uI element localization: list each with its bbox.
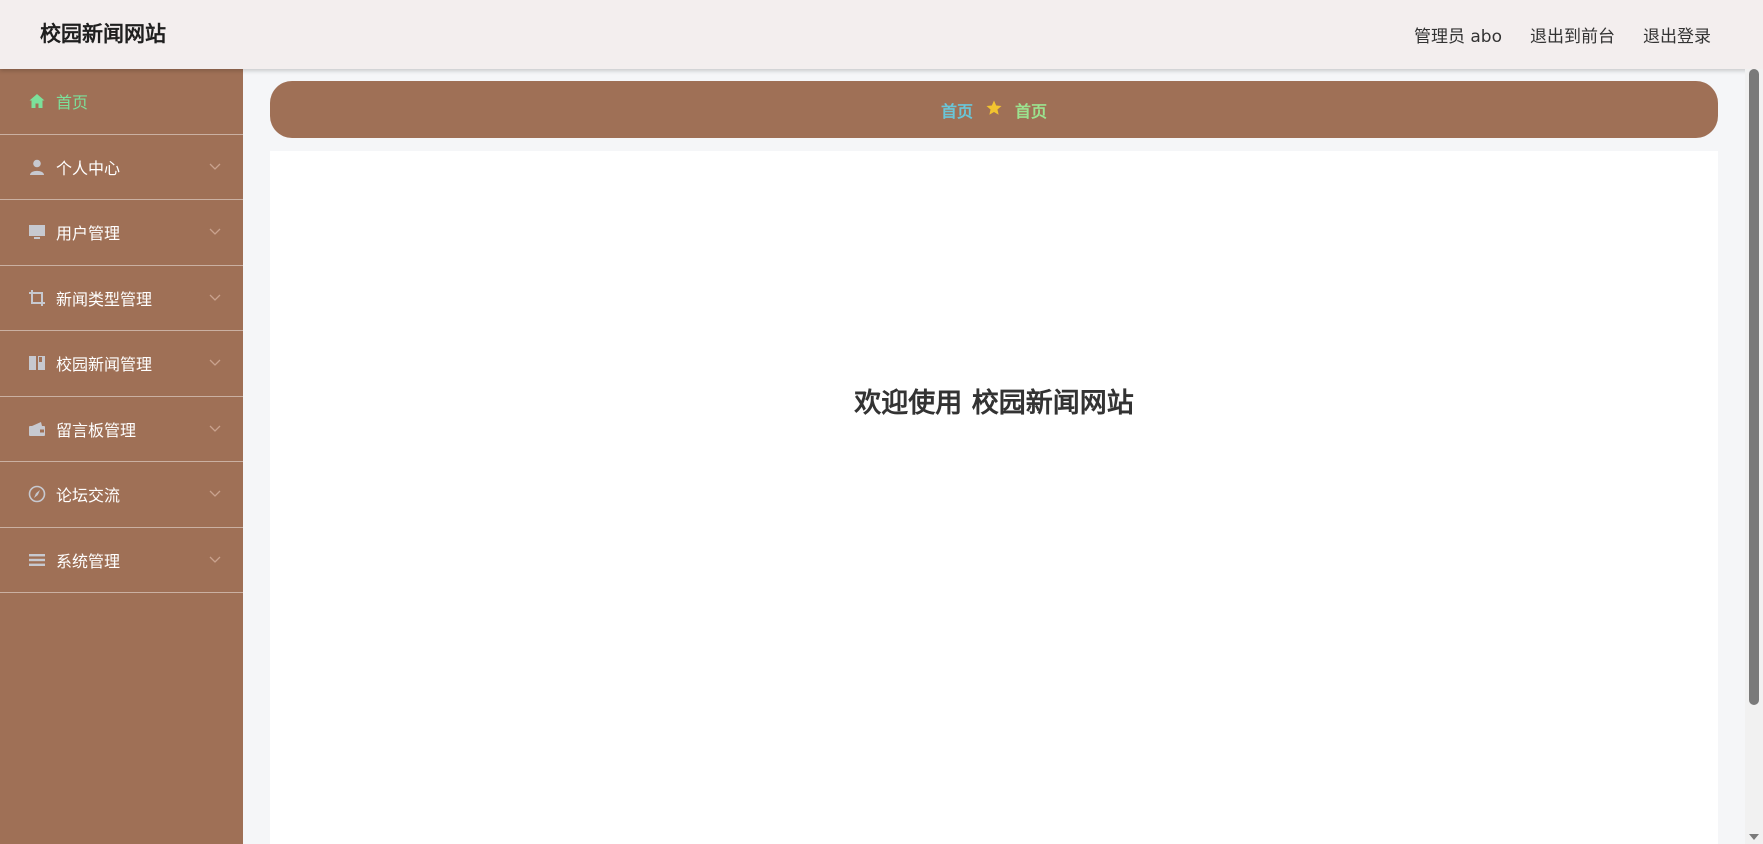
vertical-scrollbar[interactable]: [1745, 69, 1763, 844]
logout-link[interactable]: 退出登录: [1643, 22, 1711, 47]
header-actions: 管理员 abo 退出到前台 退出登录: [1414, 0, 1711, 69]
app-root: 校园新闻网站 管理员 abo 退出到前台 退出登录 首页 个人中心 用户管理 新…: [0, 0, 1763, 844]
sidebar-item-personal-center[interactable]: 个人中心: [0, 135, 243, 200]
chevron-down-icon: [209, 294, 221, 301]
top-header: 校园新闻网站 管理员 abo 退出到前台 退出登录: [0, 0, 1763, 69]
sidebar-item-label: 个人中心: [56, 158, 121, 178]
welcome-title: 欢迎使用 校园新闻网站: [854, 388, 1134, 419]
sidebar-item-label: 校园新闻管理: [56, 355, 153, 375]
sidebar-item-label: 系统管理: [56, 551, 121, 571]
wallet-icon: [28, 420, 46, 438]
sidebar-item-label: 首页: [56, 93, 89, 113]
breadcrumb: 首页 首页: [270, 81, 1718, 138]
monitor-icon: [28, 223, 46, 241]
sidebar-item-message-board-management[interactable]: 留言板管理: [0, 397, 243, 462]
site-title: 校园新闻网站: [40, 22, 166, 46]
user-icon: [28, 158, 46, 176]
chevron-down-icon: [209, 228, 221, 236]
sidebar-item-label: 用户管理: [56, 224, 121, 244]
chevron-down-icon: [209, 425, 221, 432]
crop-icon: [28, 289, 46, 307]
sidebar-item-label: 留言板管理: [56, 420, 137, 440]
admin-user-label: 管理员 abo: [1413, 27, 1502, 47]
star-icon: [985, 99, 1003, 121]
chevron-down-icon: [209, 556, 221, 563]
scroll-down-arrow-icon[interactable]: [1749, 834, 1759, 840]
breadcrumb-current: 首页: [1015, 101, 1048, 121]
sidebar-item-system-management[interactable]: 系统管理: [0, 528, 243, 593]
sidebar-item-label: 论坛交流: [56, 486, 121, 506]
home-icon: [28, 92, 46, 110]
sidebar: 首页 个人中心 用户管理 新闻类型管理 校园新闻管理 留言板管理 论坛交流 系统…: [0, 69, 243, 844]
exit-to-frontend-link[interactable]: 退出到前台: [1530, 22, 1615, 47]
compass-icon: [28, 485, 46, 503]
chevron-down-icon: [209, 490, 221, 498]
chevron-down-icon: [209, 163, 221, 170]
sidebar-item-label: 新闻类型管理: [56, 289, 153, 309]
sidebar-item-news-type-management[interactable]: 新闻类型管理: [0, 266, 243, 331]
sidebar-item-forum[interactable]: 论坛交流: [0, 462, 243, 528]
sidebar-item-campus-news-management[interactable]: 校园新闻管理: [0, 331, 243, 397]
sidebar-item-home[interactable]: 首页: [0, 69, 243, 135]
book-icon: [28, 354, 46, 372]
chevron-down-icon: [209, 359, 221, 367]
scroll-thumb[interactable]: [1749, 69, 1759, 705]
list-icon: [28, 551, 46, 569]
sidebar-item-user-management[interactable]: 用户管理: [0, 200, 243, 266]
content-card: 欢迎使用 校园新闻网站: [270, 151, 1718, 844]
breadcrumb-home-link[interactable]: 首页: [941, 98, 973, 122]
main-area: 首页 首页 欢迎使用 校园新闻网站: [243, 69, 1745, 844]
